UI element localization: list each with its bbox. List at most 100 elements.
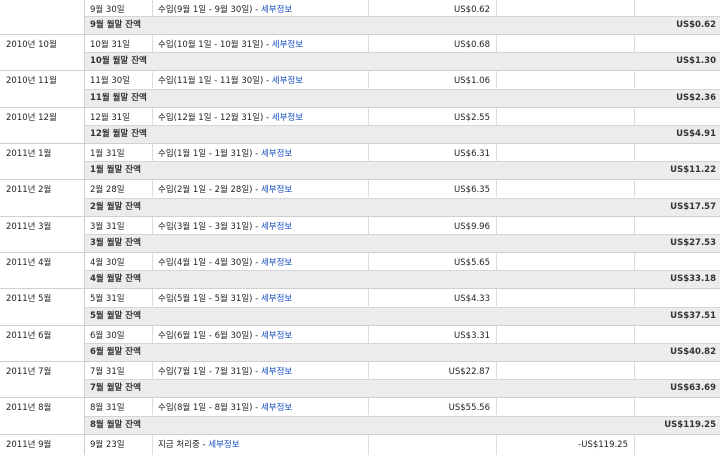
- month-end-balance-row: 12월 월말 잔액 US$4.91: [85, 124, 720, 143]
- month-label: 2011년 2월: [6, 185, 52, 196]
- transaction-description: 수입(2월 1일 - 2월 28일) - 세부정보: [158, 185, 293, 196]
- transaction-date: 9월 30일: [90, 5, 125, 15]
- balance-label: 6월 월말 잔액: [90, 346, 141, 357]
- month-end-balance-row: 7월 월말 잔액 US$63.69: [85, 379, 720, 398]
- transaction-date: 3월 31일: [90, 221, 125, 232]
- month-group: 2011년 3월 3월 31일 수입(3월 1일 - 3월 31일) - 세부정…: [0, 216, 720, 253]
- balance-label: 4월 월말 잔액: [90, 274, 141, 285]
- transaction-amount: US$55.56: [448, 403, 490, 414]
- month-end-balance-row: 3월 월말 잔액 US$27.53: [85, 233, 720, 252]
- transaction-amount: US$6.31: [454, 148, 490, 159]
- details-link[interactable]: 세부정보: [261, 367, 292, 377]
- balance-value: US$1.30: [676, 56, 716, 67]
- balance-label: 5월 월말 잔액: [90, 310, 141, 321]
- month-label: 2011년 1월: [6, 148, 52, 159]
- transaction-amount: US$2.55: [454, 112, 490, 123]
- transaction-amount: US$6.35: [454, 185, 490, 196]
- balance-value: US$0.62: [676, 20, 716, 30]
- details-link[interactable]: 세부정보: [261, 5, 292, 15]
- transaction-amount: US$0.62: [454, 5, 490, 15]
- month-label: 2010년 11월: [6, 76, 57, 87]
- month-end-balance-row: 10월 월말 잔액 US$1.30: [85, 52, 720, 71]
- month-group: 9월 30일 수입(9월 1일 - 9월 30일) - 세부정보 US$0.62…: [0, 0, 720, 35]
- month-group: 2011년 5월 5월 31일 수입(5월 1일 - 5월 31일) - 세부정…: [0, 289, 720, 326]
- transaction-date: 12월 31일: [90, 112, 130, 123]
- balance-value: US$63.69: [670, 383, 716, 394]
- transaction-description: 수입(12월 1일 - 12월 31일) - 세부정보: [158, 112, 304, 123]
- balance-value: US$119.25: [664, 419, 716, 430]
- month-end-balance-row: 9월 월말 잔액 US$0.62: [85, 16, 720, 34]
- transaction-date: 11월 30일: [90, 76, 130, 87]
- transaction-description: 지금 처리중 - 세부정보: [158, 439, 240, 450]
- balance-value: US$17.57: [670, 201, 716, 212]
- month-label: 2011년 6월: [6, 330, 52, 341]
- transaction-description: 수입(4월 1일 - 4월 30일) - 세부정보: [158, 257, 293, 268]
- month-group: 2011년 4월 4월 30일 수입(4월 1일 - 4월 30일) - 세부정…: [0, 252, 720, 290]
- transaction-amount: US$1.06: [454, 76, 490, 87]
- details-link[interactable]: 세부정보: [261, 258, 292, 268]
- month-group: 2011년 8월 8월 31일 수입(8월 1일 - 8월 31일) - 세부정…: [0, 398, 720, 435]
- transaction-date: 2월 28일: [90, 185, 125, 196]
- details-link[interactable]: 세부정보: [261, 149, 292, 159]
- month-end-balance-row: 11월 월말 잔액 US$2.36: [85, 88, 720, 107]
- details-link[interactable]: 세부정보: [272, 40, 303, 50]
- month-end-balance-row: 2월 월말 잔액 US$17.57: [85, 197, 720, 216]
- balance-label: 2월 월말 잔액: [90, 201, 141, 212]
- details-link[interactable]: 세부정보: [272, 113, 303, 123]
- transaction-date: 5월 31일: [90, 294, 125, 305]
- balance-value: US$37.51: [670, 310, 716, 321]
- details-link[interactable]: 세부정보: [261, 222, 292, 232]
- month-end-balance-row: 5월 월말 잔액 US$37.51: [85, 306, 720, 325]
- transaction-amount: US$5.65: [454, 257, 490, 268]
- transaction-description: 수입(8월 1일 - 8월 31일) - 세부정보: [158, 403, 293, 414]
- balance-label: 11월 월말 잔액: [90, 92, 147, 103]
- transaction-amount: US$0.68: [454, 40, 490, 50]
- transaction-description: 수입(9월 1일 - 9월 30일) - 세부정보: [158, 5, 293, 15]
- balance-value: US$4.91: [676, 128, 716, 139]
- transaction-date: 6월 30일: [90, 330, 125, 341]
- details-link[interactable]: 세부정보: [261, 294, 292, 304]
- balance-label: 9월 월말 잔액: [90, 20, 141, 30]
- month-group: 2010년 12월 12월 31일 수입(12월 1일 - 12월 31일) -…: [0, 107, 720, 144]
- transaction-description: 수입(6월 1일 - 6월 30일) - 세부정보: [158, 330, 293, 341]
- balance-value: US$33.18: [670, 274, 716, 285]
- month-group: 2011년 7월 7월 31일 수입(7월 1일 - 7월 31일) - 세부정…: [0, 361, 720, 399]
- details-link[interactable]: 세부정보: [272, 76, 303, 86]
- details-link[interactable]: 세부정보: [261, 403, 292, 413]
- balance-value: US$27.53: [670, 237, 716, 248]
- balance-value: US$40.82: [670, 346, 716, 357]
- transaction-date: 1월 31일: [90, 148, 125, 159]
- balance-label: 12월 월말 잔액: [90, 128, 147, 139]
- balance-label: 8월 월말 잔액: [90, 419, 141, 430]
- month-label: 2011년 7월: [6, 366, 52, 377]
- month-group: 2011년 1월 1월 31일 수입(1월 1일 - 1월 31일) - 세부정…: [0, 143, 720, 181]
- transaction-date: 10월 31일: [90, 40, 130, 50]
- transaction-description: 수입(10월 1일 - 10월 31일) - 세부정보: [158, 40, 304, 50]
- month-label: 2010년 12월: [6, 112, 57, 123]
- balance-label: 7월 월말 잔액: [90, 383, 141, 394]
- month-end-balance-row: 6월 월말 잔액 US$40.82: [85, 342, 720, 361]
- pending-amount: -US$119.25: [578, 439, 628, 450]
- transaction-date: 7월 31일: [90, 366, 125, 377]
- month-group: 2011년 2월 2월 28일 수입(2월 1일 - 2월 28일) - 세부정…: [0, 180, 720, 217]
- month-group: 2010년 10월 10월 31일 수입(10월 1일 - 10월 31일) -…: [0, 35, 720, 72]
- balance-label: 10월 월말 잔액: [90, 56, 147, 67]
- details-link[interactable]: 세부정보: [208, 440, 239, 450]
- transaction-amount: US$9.96: [454, 221, 490, 232]
- transaction-description: 수입(11월 1일 - 11월 30일) - 세부정보: [158, 76, 304, 87]
- transaction-amount: US$4.33: [454, 294, 490, 305]
- month-label: 2011년 8월: [6, 403, 52, 414]
- month-group: 2010년 11월 11월 30일 수입(11월 1일 - 11월 30일) -…: [0, 71, 720, 108]
- transaction-amount: US$3.31: [454, 330, 490, 341]
- details-link[interactable]: 세부정보: [261, 331, 292, 341]
- month-label: 2011년 4월: [6, 257, 52, 268]
- details-link[interactable]: 세부정보: [261, 185, 292, 195]
- month-label: 2011년 9월: [6, 439, 52, 450]
- transaction-date: 4월 30일: [90, 257, 125, 268]
- month-end-balance-row: 1월 월말 잔액 US$11.22: [85, 161, 720, 180]
- month-end-balance-row: 8월 월말 잔액 US$119.25: [85, 415, 720, 434]
- transaction-description: 수입(7월 1일 - 7월 31일) - 세부정보: [158, 366, 293, 377]
- transaction-date: 9월 23일: [90, 439, 125, 450]
- transaction-amount: US$22.87: [448, 366, 490, 377]
- transaction-description: 수입(5월 1일 - 5월 31일) - 세부정보: [158, 294, 293, 305]
